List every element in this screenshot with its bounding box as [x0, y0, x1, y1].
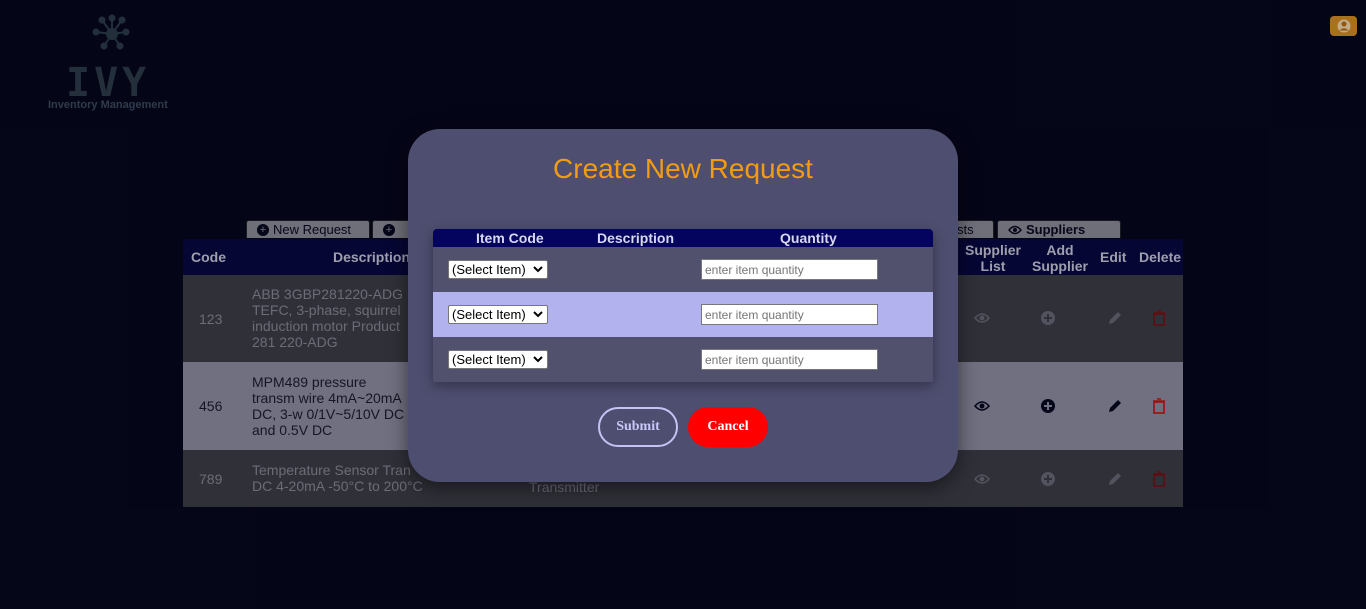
request-items-table: Item Code Description Quantity (Select I…: [433, 229, 933, 382]
cancel-button[interactable]: Cancel: [688, 407, 768, 447]
chevron-down-icon: [533, 311, 543, 318]
item-select[interactable]: (Select Item): [448, 260, 548, 279]
chevron-down-icon: [533, 356, 543, 363]
request-table-header: Item Code Description Quantity: [433, 229, 933, 247]
request-row: (Select Item): [433, 337, 933, 382]
col-item-code: Item Code: [476, 230, 544, 246]
item-select-value: (Select Item): [452, 352, 526, 367]
request-row: (Select Item): [433, 292, 933, 337]
create-request-modal: Create New Request Item Code Description…: [408, 129, 958, 482]
col-quantity: Quantity: [780, 230, 837, 246]
col-description: Description: [597, 230, 675, 246]
quantity-input[interactable]: [701, 259, 878, 280]
quantity-input[interactable]: [701, 349, 878, 370]
submit-button[interactable]: Submit: [598, 407, 678, 447]
modal-title: Create New Request: [553, 153, 813, 184]
item-select-value: (Select Item): [452, 307, 526, 322]
item-select-value: (Select Item): [452, 262, 526, 277]
item-select[interactable]: (Select Item): [448, 350, 548, 369]
quantity-input[interactable]: [701, 304, 878, 325]
request-row: (Select Item): [433, 247, 933, 292]
chevron-down-icon: [533, 266, 543, 273]
item-select[interactable]: (Select Item): [448, 305, 548, 324]
